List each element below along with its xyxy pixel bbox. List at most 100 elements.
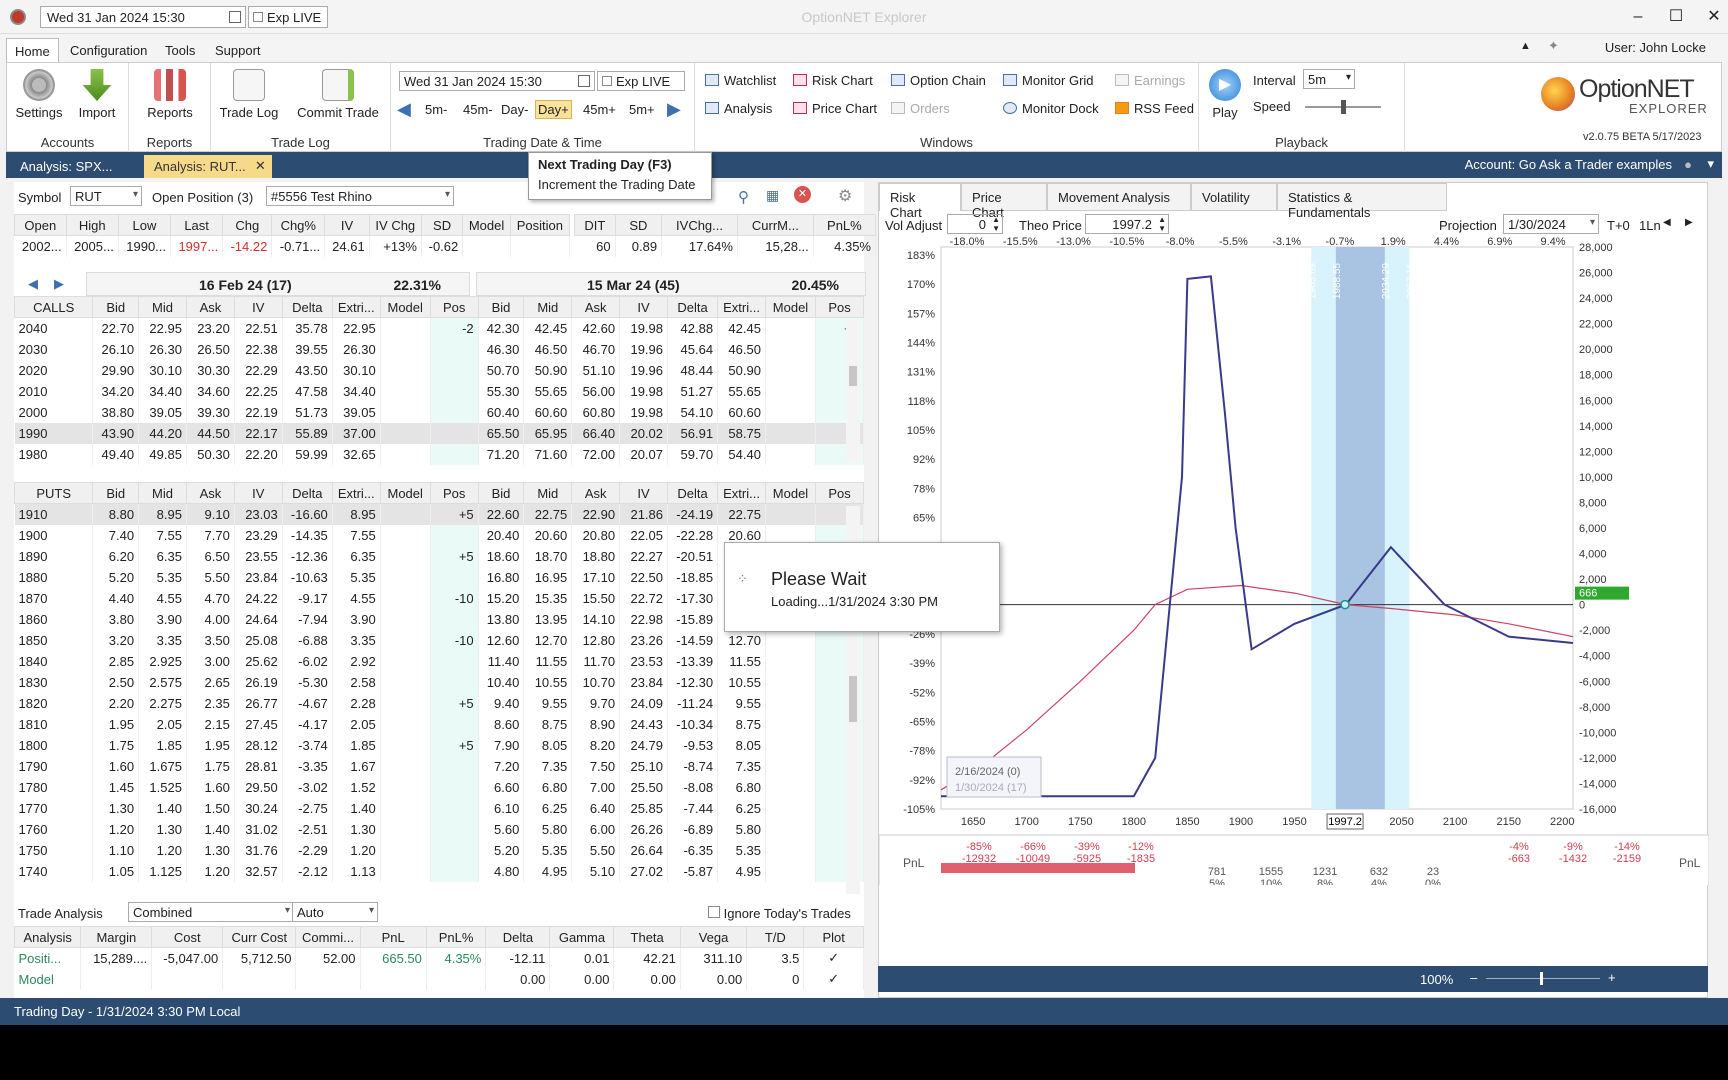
chain-cell[interactable]: 18.80 bbox=[571, 545, 621, 567]
ta-header[interactable]: T/D bbox=[746, 926, 805, 948]
chain-cell[interactable] bbox=[765, 650, 817, 672]
chain-header[interactable]: Delta bbox=[281, 482, 333, 504]
chain-header[interactable]: Ask bbox=[571, 296, 621, 318]
chain-cell[interactable]: 3.35 bbox=[332, 629, 381, 651]
header-8[interactable]: SD bbox=[420, 214, 464, 236]
chain-cell[interactable]: 1.60 bbox=[186, 776, 235, 798]
chain-cell[interactable]: 4.40 bbox=[92, 587, 140, 609]
chain-cell[interactable]: 1.20 bbox=[186, 860, 235, 882]
chain-cell[interactable]: 50.90 bbox=[717, 359, 766, 381]
chain-cell[interactable]: 11.40 bbox=[478, 650, 525, 672]
chain-cell[interactable]: 22.70 bbox=[92, 317, 140, 339]
collapse-ribbon-icon[interactable]: ▲ bbox=[1520, 40, 1531, 52]
import-button[interactable]: Import bbox=[69, 67, 125, 120]
watchlist-button[interactable]: Watchlist bbox=[705, 73, 776, 88]
strike-cell[interactable]: 1890 bbox=[14, 545, 94, 567]
close-icon[interactable]: ✕ bbox=[1702, 7, 1726, 27]
chevron-down-icon[interactable]: ▾ bbox=[1707, 156, 1714, 172]
chain-cell[interactable] bbox=[380, 401, 431, 423]
chain-cell[interactable]: 18.60 bbox=[478, 545, 525, 567]
ignore-trades-toggle[interactable]: Ignore Today's Trades bbox=[708, 906, 851, 921]
chain-cell[interactable]: 1.10 bbox=[92, 839, 140, 861]
chain-cell[interactable]: -14.59 bbox=[667, 629, 719, 651]
chain-cell[interactable]: 46.70 bbox=[571, 338, 621, 360]
chain-cell[interactable]: 9.40 bbox=[478, 692, 525, 714]
chain-cell[interactable]: -7.44 bbox=[667, 797, 719, 819]
chain-cell[interactable]: 23.84 bbox=[619, 671, 669, 693]
close-icon[interactable]: ✕ bbox=[255, 158, 266, 174]
chain-cell[interactable]: -13.39 bbox=[667, 650, 719, 672]
earnings-button[interactable]: Earnings bbox=[1115, 73, 1185, 88]
chain-cell[interactable]: 5.35 bbox=[138, 566, 187, 588]
iln-label[interactable]: 1Ln bbox=[1639, 218, 1661, 233]
ta-header[interactable]: PnL% bbox=[425, 926, 487, 948]
header-2[interactable]: Low bbox=[117, 214, 172, 236]
strike-cell[interactable]: 1880 bbox=[14, 566, 94, 588]
chain-header[interactable]: IV bbox=[233, 296, 283, 318]
chain-cell[interactable]: 10.55 bbox=[717, 671, 766, 693]
chain-cell[interactable]: 20.07 bbox=[619, 443, 669, 465]
rss-feed-button[interactable]: RSS Feed bbox=[1115, 101, 1194, 116]
chain-cell[interactable]: 16.95 bbox=[523, 566, 573, 588]
chain-row[interactable]: 1990 43.90 44.20 44.50 22.17 55.89 37.00 65.50 6… bbox=[14, 422, 864, 444]
chain-cell[interactable]: -12.36 bbox=[282, 545, 333, 567]
chain-cell[interactable]: 43.90 bbox=[92, 422, 140, 444]
chain-cell[interactable]: 7.55 bbox=[332, 524, 381, 546]
strike-cell[interactable]: 1780 bbox=[14, 776, 94, 798]
chain-cell[interactable]: 71.20 bbox=[478, 443, 525, 465]
chain-cell[interactable]: 4.95 bbox=[717, 860, 766, 882]
chain-cell[interactable]: 22.38 bbox=[234, 338, 283, 360]
chain-row[interactable]: 1850 3.20 3.35 3.50 25.08 -6.88 3.35 -10 12.60 12… bbox=[14, 629, 864, 651]
strike-cell[interactable]: 1860 bbox=[14, 608, 94, 630]
chain-row[interactable]: 1820 2.20 2.275 2.35 26.77 -4.67 2.28 +5 9.40 9.5… bbox=[14, 692, 864, 714]
chain-cell[interactable]: -10 bbox=[430, 587, 479, 609]
chain-cell[interactable]: 35.78 bbox=[282, 317, 333, 339]
chain-cell[interactable]: -10 bbox=[430, 629, 479, 651]
header-9[interactable]: Model bbox=[462, 214, 511, 236]
ignore-checkbox[interactable] bbox=[708, 906, 720, 918]
chain-cell[interactable]: 28.12 bbox=[234, 734, 283, 756]
chain-cell[interactable] bbox=[430, 422, 479, 444]
chain-cell[interactable] bbox=[380, 587, 431, 609]
chain-cell[interactable]: 11.70 bbox=[571, 650, 621, 672]
chain-cell[interactable]: -3.35 bbox=[282, 755, 333, 777]
chain-header[interactable]: Delta bbox=[667, 296, 719, 318]
chain-cell[interactable] bbox=[380, 566, 431, 588]
chain-cell[interactable]: 26.26 bbox=[619, 818, 669, 840]
chain-cell[interactable]: 13.80 bbox=[478, 608, 525, 630]
header-3[interactable]: Last bbox=[170, 214, 224, 236]
header-4[interactable]: PnL% bbox=[812, 214, 877, 236]
chain-cell[interactable]: 22.95 bbox=[138, 317, 187, 339]
chain-cell[interactable]: +5 bbox=[430, 503, 479, 525]
chain-cell[interactable] bbox=[380, 797, 431, 819]
tab-support[interactable]: Support bbox=[207, 38, 269, 62]
chain-cell[interactable]: 10.40 bbox=[478, 671, 525, 693]
chain-cell[interactable]: 1.20 bbox=[92, 818, 140, 840]
chain-cell[interactable]: 7.40 bbox=[92, 524, 140, 546]
ta-cell[interactable]: ✓ bbox=[803, 947, 864, 969]
chain-cell[interactable] bbox=[430, 797, 479, 819]
chain-cell[interactable]: 19.96 bbox=[619, 338, 669, 360]
chain-cell[interactable]: 24.22 bbox=[234, 587, 283, 609]
trade-log-button[interactable]: Trade Log bbox=[217, 67, 281, 120]
chain-cell[interactable]: 2.92 bbox=[332, 650, 381, 672]
chain-cell[interactable]: 2.925 bbox=[138, 650, 187, 672]
chain-cell[interactable]: -12.30 bbox=[667, 671, 719, 693]
chain-cell[interactable]: 22.27 bbox=[619, 545, 669, 567]
chain-cell[interactable]: 30.24 bbox=[234, 797, 283, 819]
chain-header[interactable]: Pos bbox=[429, 482, 479, 504]
strike-cell[interactable]: 1760 bbox=[14, 818, 94, 840]
chain-cell[interactable] bbox=[765, 860, 817, 882]
chain-cell[interactable]: 1.60 bbox=[92, 755, 140, 777]
chain-cell[interactable]: -5.87 bbox=[667, 860, 719, 882]
position-select[interactable]: #5556 Test Rhino bbox=[266, 186, 454, 206]
strike-cell[interactable]: 2000 bbox=[14, 401, 94, 423]
chain-cell[interactable]: 5.50 bbox=[571, 839, 621, 861]
monitor-grid-button[interactable]: Monitor Grid bbox=[1003, 73, 1094, 88]
chain-cell[interactable]: 5.35 bbox=[523, 839, 573, 861]
doc-tab-rut[interactable]: Analysis: RUT... ✕ bbox=[144, 155, 272, 178]
chain-cell[interactable]: 5.35 bbox=[332, 566, 381, 588]
step-back-icon[interactable]: ◀ bbox=[397, 99, 411, 120]
chain-cell[interactable]: 4.55 bbox=[332, 587, 381, 609]
chain-cell[interactable]: 22.05 bbox=[619, 524, 669, 546]
